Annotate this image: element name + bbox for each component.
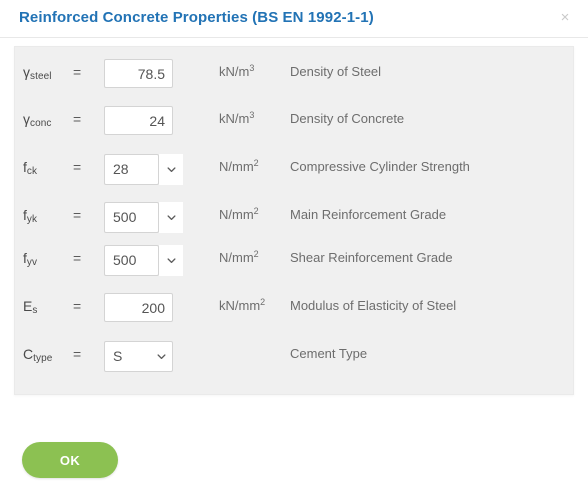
property-value-input[interactable]: [104, 106, 173, 135]
property-symbol: fyv: [23, 250, 38, 268]
dialog-title: Reinforced Concrete Properties (BS EN 19…: [19, 9, 374, 26]
select-value: 28: [104, 154, 159, 185]
select-value: S: [113, 348, 123, 364]
select-value: 500: [104, 245, 159, 276]
property-row: γsteel = kN/m3 Density of Steel: [15, 52, 575, 95]
symbol-subscript: conc: [30, 118, 52, 129]
property-value-select[interactable]: 500: [104, 245, 183, 276]
unit-exponent: 3: [249, 63, 255, 73]
property-description: Main Reinforcement Grade: [290, 207, 447, 222]
property-description: Density of Concrete: [290, 111, 405, 126]
property-symbol: fck: [23, 159, 38, 177]
symbol-subscript: steel: [30, 71, 52, 82]
close-icon[interactable]: ×: [556, 9, 574, 27]
property-row: γconc = kN/m3 Density of Concrete: [15, 99, 575, 142]
unit-exponent: 2: [253, 158, 259, 168]
property-description: Cement Type: [290, 346, 368, 361]
property-unit: N/mm2: [219, 206, 259, 222]
property-description: Compressive Cylinder Strength: [290, 159, 470, 174]
symbol-base: γ: [23, 64, 30, 80]
equals-sign: =: [73, 64, 82, 80]
symbol-subscript: type: [33, 353, 53, 364]
symbol-base: E: [23, 298, 33, 314]
property-unit: N/mm2: [219, 158, 259, 174]
property-row: fyv = 500 N/mm2 Shear Reinforcement Grade: [15, 238, 575, 281]
symbol-base: C: [23, 346, 34, 362]
property-value-input[interactable]: [104, 59, 173, 88]
property-value-select[interactable]: S: [104, 341, 173, 372]
chevron-down-icon[interactable]: [159, 154, 183, 185]
property-unit: N/mm2: [219, 249, 259, 265]
chevron-down-icon[interactable]: [157, 342, 166, 371]
property-symbol: fyk: [23, 207, 38, 225]
property-symbol: Es: [23, 298, 38, 316]
property-row: Ctype = S Cement Type: [15, 334, 575, 377]
property-value-select[interactable]: 500: [104, 202, 183, 233]
unit-base: N/mm: [219, 207, 254, 222]
equals-sign: =: [73, 250, 82, 266]
unit-exponent: 2: [253, 249, 259, 259]
symbol-subscript: yk: [26, 214, 38, 225]
equals-sign: =: [73, 207, 82, 223]
unit-base: kN/m: [219, 64, 250, 79]
equals-sign: =: [73, 111, 82, 127]
unit-exponent: 2: [260, 297, 266, 307]
select-value: 500: [104, 202, 159, 233]
property-row: fck = 28 N/mm2 Compressive Cylinder Strength: [15, 147, 575, 190]
symbol-subscript: s: [32, 305, 38, 316]
symbol-subscript: yv: [26, 257, 38, 268]
unit-base: kN/m: [219, 111, 250, 126]
property-row: fyk = 500 N/mm2 Main Reinforcement Grade: [15, 195, 575, 238]
equals-sign: =: [73, 159, 82, 175]
property-symbol: Ctype: [23, 346, 53, 364]
ok-button[interactable]: OK: [22, 442, 118, 478]
equals-sign: =: [73, 298, 82, 314]
symbol-subscript: ck: [26, 166, 38, 177]
property-description: Density of Steel: [290, 64, 382, 79]
property-symbol: γconc: [23, 111, 52, 129]
properties-panel: γsteel=kN/m3Density of Steelγconc=kN/m3D…: [14, 46, 574, 395]
property-value-select[interactable]: 28: [104, 154, 183, 185]
property-unit: kN/m3: [219, 110, 255, 126]
reinforced-concrete-properties-dialog: Reinforced Concrete Properties (BS EN 19…: [0, 0, 588, 500]
property-row: Es = kN/mm2 Modulus of Elasticity of Steel: [15, 286, 575, 329]
unit-base: N/mm: [219, 250, 254, 265]
unit-base: N/mm: [219, 159, 254, 174]
chevron-down-icon[interactable]: [159, 202, 183, 233]
property-value-input[interactable]: [104, 293, 173, 322]
property-unit: kN/mm2: [219, 297, 266, 313]
unit-base: kN/mm: [219, 298, 261, 313]
property-unit: kN/m3: [219, 63, 255, 79]
dialog-header: Reinforced Concrete Properties (BS EN 19…: [0, 0, 588, 38]
property-symbol: γsteel: [23, 64, 52, 82]
unit-exponent: 2: [253, 206, 259, 216]
equals-sign: =: [73, 346, 82, 362]
property-description: Modulus of Elasticity of Steel: [290, 298, 457, 313]
chevron-down-icon[interactable]: [159, 245, 183, 276]
unit-exponent: 3: [249, 110, 255, 120]
property-description: Shear Reinforcement Grade: [290, 250, 453, 265]
symbol-base: γ: [23, 111, 30, 127]
